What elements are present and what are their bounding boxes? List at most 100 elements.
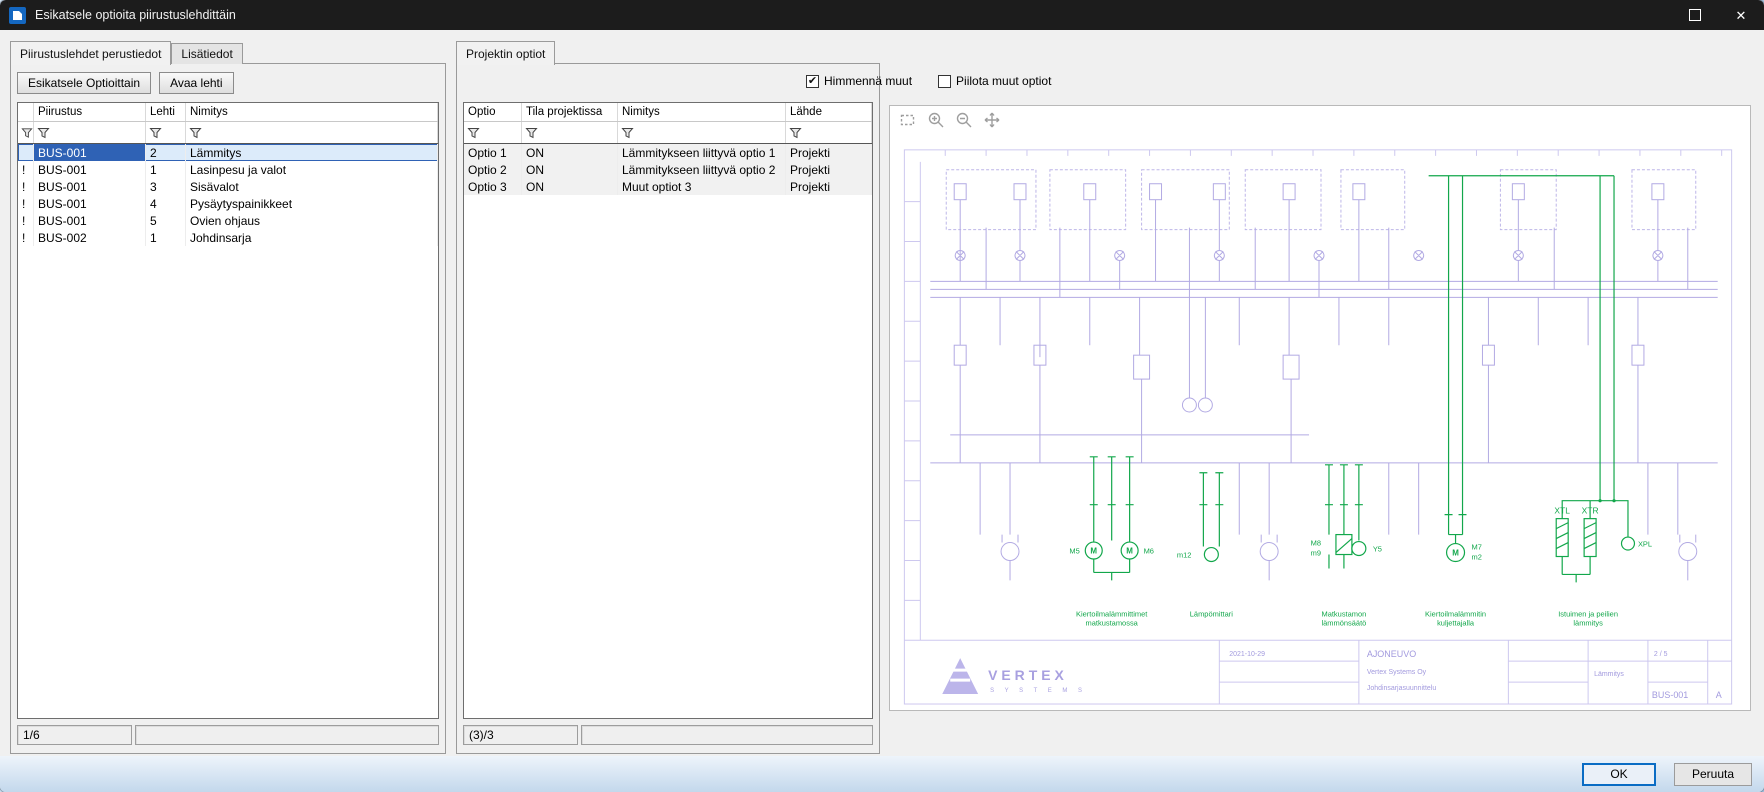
tab-projektin-optiot[interactable]: Projektin optiot — [456, 41, 555, 65]
preview-toolbar — [899, 111, 1001, 129]
row-drawing: BUS-001 — [34, 161, 146, 178]
left-toolbar: Esikatsele Optioittain Avaa lehti — [17, 72, 439, 94]
row-sheet: 2 — [146, 144, 186, 161]
options-status-count: (3)/3 — [463, 725, 578, 745]
row-name: Lämmitys — [186, 144, 438, 161]
filter-funnel-icon[interactable] — [149, 127, 162, 139]
close-button[interactable]: ✕ — [1718, 0, 1764, 30]
checkbox-box — [938, 75, 951, 88]
tab-piirustuslehdet-perustiedot[interactable]: Piirustuslehdet perustiedot — [10, 41, 171, 65]
maximize-icon — [1689, 9, 1701, 21]
row-sheet: 5 — [146, 212, 186, 229]
table-row-4[interactable]: ! BUS-001 5 Ovien ohjaus — [18, 212, 438, 229]
table-row-0[interactable]: BUS-001 2 Lämmitys — [18, 144, 438, 161]
options-table-filter-row — [464, 122, 872, 144]
row-marker: ! — [18, 178, 34, 195]
esikatsele-optioittain-button[interactable]: Esikatsele Optioittain — [17, 72, 151, 94]
row-marker: ! — [18, 161, 34, 178]
row-drawing: BUS-001 — [34, 195, 146, 212]
filter-funnel-icon[interactable] — [21, 127, 33, 139]
avaa-lehti-button[interactable]: Avaa lehti — [159, 72, 233, 94]
filter-funnel-icon[interactable] — [789, 127, 802, 139]
options-statusbar: (3)/3 — [463, 725, 873, 745]
filter-funnel-icon[interactable] — [37, 127, 50, 139]
row-name: Ovien ohjaus — [186, 212, 438, 229]
ok-button[interactable]: OK — [1582, 763, 1656, 786]
sheets-table: Piirustus Lehti Nimitys BUS-001 2 Lämmit… — [17, 102, 439, 719]
titleblock-sheet-title: Lämmitys — [1594, 671, 1624, 678]
cancel-button[interactable]: Peruuta — [1674, 763, 1752, 786]
tag-xpl: XPL — [1638, 540, 1652, 549]
maximize-button[interactable] — [1672, 0, 1718, 30]
column-lahde: Lähde — [786, 103, 872, 121]
checkbox-himmenna-muut[interactable]: ✔ Himmennä muut — [806, 74, 912, 88]
zoom-window-icon[interactable] — [899, 111, 917, 129]
table-row-3[interactable]: ! BUS-001 4 Pysäytyspainikkeet — [18, 195, 438, 212]
column-nimitys: Nimitys — [186, 103, 438, 121]
column-tila-projektissa: Tila projektissa — [522, 103, 618, 121]
column-optio: Optio — [464, 103, 522, 121]
option-state: ON — [522, 161, 618, 178]
table-row-5[interactable]: ! BUS-002 1 Johdinsarja — [18, 229, 438, 246]
motor-symbol-letter: M — [1452, 549, 1459, 558]
filter-funnel-icon[interactable] — [189, 127, 202, 139]
option-row-2[interactable]: Optio 3 ON Muut optiot 3 Projekti — [464, 178, 872, 195]
schematic-preview[interactable]: M M M M5 M6 m12 M8 m9 Y5 M7 m2 XTL XTR X… — [890, 106, 1750, 710]
option-row-1[interactable]: Optio 2 ON Lämmitykseen liittyvä optio 2… — [464, 161, 872, 178]
options-table: Optio Tila projektissa Nimitys Lähde Opt… — [463, 102, 873, 719]
row-marker: ! — [18, 195, 34, 212]
close-icon: ✕ — [1736, 9, 1747, 22]
pan-icon[interactable] — [983, 111, 1001, 129]
vertex-logo-text: VERTEX — [988, 667, 1068, 683]
tag-m6: M6 — [1144, 547, 1154, 556]
cluster-label-5b: lämmitys — [1573, 618, 1603, 627]
titleblock-date: 2021-10-29 — [1229, 651, 1265, 658]
footer-bar: OK Peruuta — [0, 756, 1764, 792]
row-marker: ! — [18, 229, 34, 246]
tag-m9: m9 — [1311, 549, 1321, 558]
motor-symbol-letter: M — [1090, 547, 1097, 556]
zoom-in-icon[interactable] — [927, 111, 945, 129]
row-name: Lasinpesu ja valot — [186, 161, 438, 178]
preview-options-row: ✔ Himmennä muut Piilota muut optiot — [806, 74, 1051, 88]
column-piirustus: Piirustus — [34, 103, 146, 121]
checkbox-box: ✔ — [806, 75, 819, 88]
vertex-logo-subtext: S Y S T E M S — [990, 688, 1086, 694]
table-row-1[interactable]: ! BUS-001 1 Lasinpesu ja valot — [18, 161, 438, 178]
titleblock-dept: Johdinsarjasuunnittelu — [1367, 685, 1436, 692]
cluster-label-5: Istuimen ja peilien — [1558, 609, 1618, 618]
titleblock-revision: A — [1716, 690, 1722, 700]
option-id: Optio 3 — [464, 178, 522, 195]
tab-lisatiedot[interactable]: Lisätiedot — [171, 43, 242, 64]
filter-funnel-icon[interactable] — [525, 127, 538, 139]
cluster-label-3: Matkustamon — [1321, 609, 1366, 618]
tag-xtl: XTL — [1554, 506, 1570, 516]
tag-xtr: XTR — [1582, 506, 1599, 516]
column-nimitys: Nimitys — [618, 103, 786, 121]
option-state: ON — [522, 178, 618, 195]
option-id: Optio 2 — [464, 161, 522, 178]
vertex-logo-triangle — [942, 658, 978, 694]
cluster-label-2: Lämpömittari — [1190, 609, 1234, 618]
options-table-header: Optio Tila projektissa Nimitys Lähde — [464, 103, 872, 122]
zoom-out-icon[interactable] — [955, 111, 973, 129]
option-name: Lämmitykseen liittyvä optio 2 — [618, 161, 786, 178]
titlebar[interactable]: Esikatsele optioita piirustuslehdittäin … — [0, 0, 1764, 30]
row-drawing: BUS-001 — [34, 178, 146, 195]
left-tabstrip: Piirustuslehdet perustiedot Lisätiedot — [10, 40, 243, 64]
checkbox-label: Himmennä muut — [824, 74, 912, 88]
checkbox-piilota-muut-optiot[interactable]: Piilota muut optiot — [938, 74, 1051, 88]
option-id: Optio 1 — [464, 144, 522, 161]
tag-m5: M5 — [1069, 547, 1079, 556]
table-row-2[interactable]: ! BUS-001 3 Sisävalot — [18, 178, 438, 195]
tag-m2: m2 — [1471, 552, 1481, 561]
titleblock-project: AJONEUVO — [1367, 649, 1416, 659]
cluster-label-1: Kiertoilmalämmittimet — [1076, 609, 1148, 618]
row-sheet: 1 — [146, 161, 186, 178]
option-row-0[interactable]: Optio 1 ON Lämmitykseen liittyvä optio 1… — [464, 144, 872, 161]
filter-funnel-icon[interactable] — [467, 127, 480, 139]
sheets-table-body: BUS-001 2 Lämmitys ! BUS-001 1 Lasinpesu… — [18, 144, 438, 718]
filter-funnel-icon[interactable] — [621, 127, 634, 139]
window-title: Esikatsele optioita piirustuslehdittäin — [35, 8, 1672, 22]
row-marker — [18, 144, 34, 161]
